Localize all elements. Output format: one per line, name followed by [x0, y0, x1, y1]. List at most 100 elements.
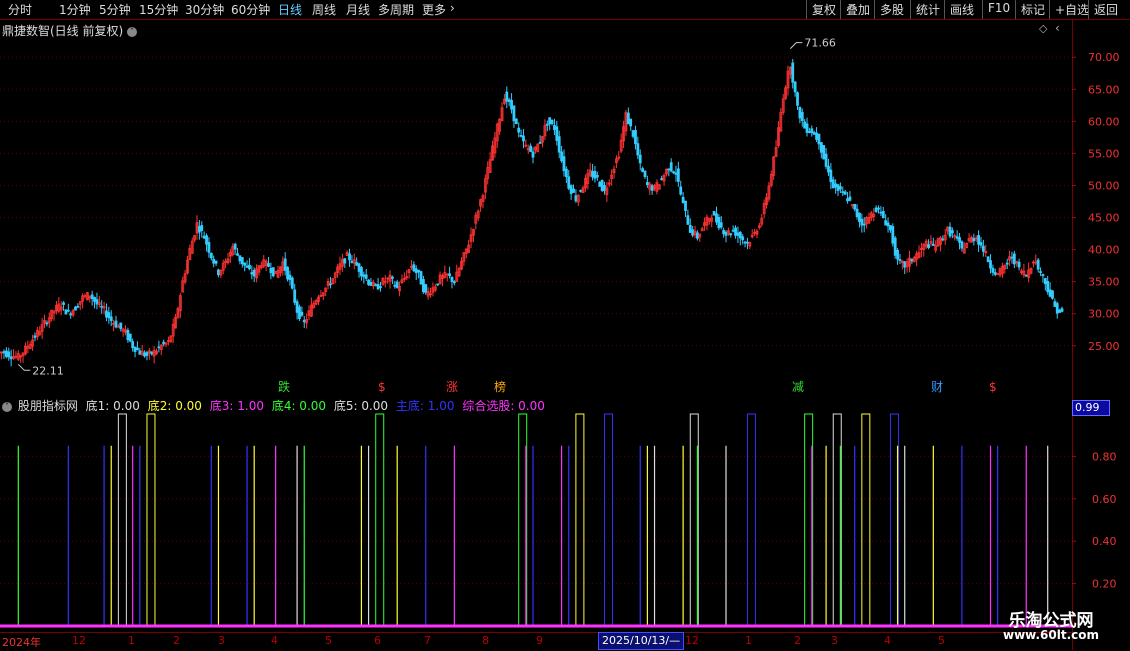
- candle-body: [379, 287, 381, 288]
- adjust-button[interactable]: 复权: [806, 0, 841, 19]
- candle-body: [515, 119, 517, 124]
- candle-body: [63, 303, 65, 305]
- candle-body: [356, 263, 358, 266]
- candle-body: [1051, 291, 1053, 298]
- candle-body: [987, 257, 989, 262]
- candle-body: [1018, 262, 1020, 267]
- candle-body: [368, 280, 370, 285]
- period-tab-5min[interactable]: 5分钟: [99, 1, 131, 18]
- candle-body: [46, 323, 48, 324]
- candle-body: [158, 347, 160, 348]
- indicator-tick-label: 0.60: [1092, 493, 1117, 506]
- date-month-label: 5: [325, 634, 332, 647]
- period-tab-1min[interactable]: 1分钟: [59, 1, 91, 18]
- candle-body: [951, 231, 953, 233]
- f10-button[interactable]: F10: [982, 0, 1015, 19]
- candle-body: [744, 242, 746, 243]
- candle-body: [120, 323, 122, 329]
- candle-body: [897, 250, 899, 259]
- period-tab-daily[interactable]: 日线: [278, 1, 302, 18]
- multi-stock-button[interactable]: 多股: [874, 0, 909, 19]
- date-month-label: 7: [424, 634, 431, 647]
- event-marker[interactable]: 跌: [278, 379, 290, 394]
- price-tick-label: 70.00: [1088, 51, 1120, 64]
- candle-body: [136, 348, 138, 349]
- candle-body: [992, 268, 994, 272]
- candle-body: [129, 334, 131, 341]
- candle-body: [592, 171, 594, 176]
- indicator-chart[interactable]: [0, 410, 1072, 632]
- date-month-label: 4: [271, 634, 278, 647]
- period-tab-weekly[interactable]: 周线: [312, 1, 336, 18]
- candle-body: [642, 169, 644, 172]
- period-tab-timeshare[interactable]: 分时: [8, 1, 32, 18]
- candle-body: [675, 173, 677, 174]
- candle-body: [980, 243, 982, 246]
- indicator-tick-label: 0.20: [1092, 578, 1117, 591]
- candle-body: [961, 242, 963, 248]
- event-marker[interactable]: $: [378, 380, 386, 394]
- candle-body: [739, 232, 741, 238]
- candle-body: [887, 223, 889, 226]
- candle-body: [725, 232, 727, 235]
- indicator-signal: [747, 414, 755, 626]
- candle-body: [370, 282, 372, 285]
- candle-body: [794, 82, 796, 92]
- candle-body: [234, 244, 236, 249]
- candle-body: [818, 134, 820, 144]
- period-tab-15min[interactable]: 15分钟: [139, 1, 178, 18]
- candle-body: [680, 187, 682, 194]
- candle-body: [942, 239, 944, 240]
- candle-body: [248, 265, 250, 268]
- date-month-label: 3: [831, 634, 838, 647]
- candle-body: [808, 132, 810, 133]
- period-tab-60min[interactable]: 60分钟: [231, 1, 270, 18]
- candle-body: [842, 192, 844, 193]
- event-marker[interactable]: 减: [792, 380, 804, 394]
- candle-body: [511, 100, 513, 109]
- event-marker[interactable]: 财: [931, 380, 943, 394]
- indicator-signal: [376, 414, 384, 626]
- period-tab-monthly[interactable]: 月线: [346, 1, 370, 18]
- candle-body: [687, 216, 689, 225]
- candle-body: [830, 170, 832, 182]
- candle-body: [132, 342, 134, 348]
- candle-body: [1059, 310, 1061, 312]
- candle-body: [570, 186, 572, 194]
- candle-body: [670, 163, 672, 171]
- candle-body: [358, 264, 360, 272]
- candle-body: [522, 136, 524, 141]
- candle-body: [715, 214, 717, 222]
- candle-body: [377, 284, 379, 289]
- candle-body: [875, 208, 877, 212]
- candle-body: [742, 237, 744, 240]
- candle-body: [520, 135, 522, 136]
- candle-body: [565, 169, 567, 177]
- date-month-label: 1: [128, 634, 135, 647]
- mark-button[interactable]: 标记: [1015, 0, 1050, 19]
- candle-body: [365, 275, 367, 279]
- candle-body: [892, 227, 894, 244]
- candle-body: [253, 270, 255, 276]
- chevron-right-icon[interactable]: ›: [450, 1, 455, 15]
- candle-body: [146, 353, 148, 356]
- overlay-button[interactable]: 叠加: [840, 0, 875, 19]
- draw-line-button[interactable]: 画线: [944, 0, 979, 19]
- candle-body: [856, 209, 858, 216]
- candle-body: [956, 237, 958, 239]
- period-tab-multi[interactable]: 多周期: [378, 1, 414, 18]
- candle-body: [425, 285, 427, 293]
- candle-body: [506, 92, 508, 101]
- event-marker[interactable]: $: [989, 380, 997, 394]
- date-axis: 2024年 12 1 2 3 4 5 6 7 8 9 12 1 2 3 4 5: [0, 632, 1072, 651]
- event-marker[interactable]: 榜: [494, 379, 506, 394]
- kline-chart[interactable]: 71.6622.11跌$涨榜减财$: [0, 20, 1072, 395]
- period-tab-30min[interactable]: 30分钟: [185, 1, 224, 18]
- event-marker[interactable]: 涨: [446, 379, 458, 394]
- candle-body: [816, 133, 818, 139]
- period-tab-more[interactable]: 更多: [422, 1, 446, 18]
- date-month-label: 2: [794, 634, 801, 647]
- back-button[interactable]: 返回: [1088, 0, 1123, 19]
- statistics-button[interactable]: 统计: [910, 0, 945, 19]
- candle-body: [67, 310, 69, 311]
